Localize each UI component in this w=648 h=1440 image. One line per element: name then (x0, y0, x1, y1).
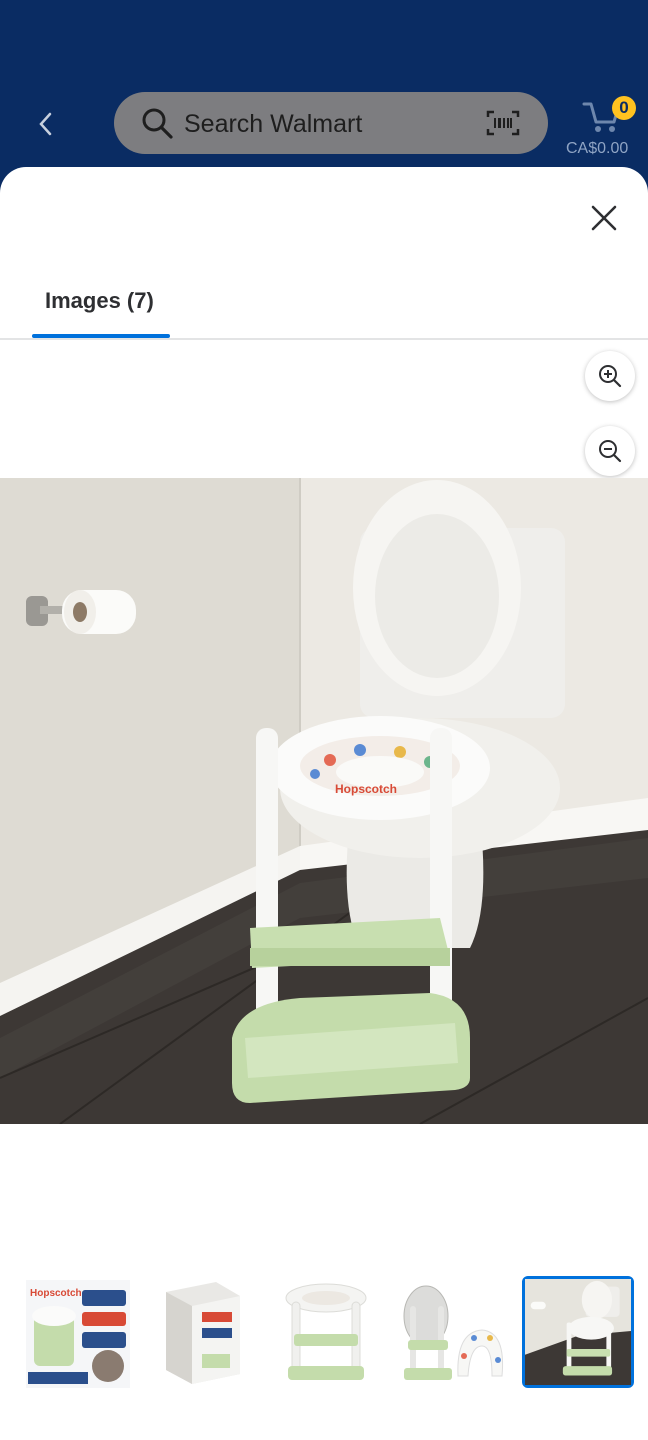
tab-divider (0, 338, 648, 340)
back-button[interactable] (30, 106, 60, 142)
thumbnail-box-angle[interactable] (146, 1276, 258, 1388)
thumbnail-ladder-seat[interactable] (270, 1276, 382, 1388)
cart-count-badge: 0 (612, 96, 636, 120)
close-icon (591, 205, 617, 231)
thumbnail-strip: Hopscotch (0, 1276, 648, 1392)
thumbnail-box-front[interactable]: Hopscotch (22, 1276, 134, 1388)
barcode-scan-icon[interactable] (486, 110, 520, 136)
search-bar[interactable]: Search Walmart (114, 92, 548, 154)
svg-text:Hopscotch: Hopscotch (335, 782, 397, 796)
search-placeholder: Search Walmart (184, 110, 363, 138)
search-icon (142, 108, 173, 139)
cart-total: CA$0.00 (566, 140, 629, 157)
zoom-in-button[interactable] (585, 351, 635, 401)
tab-images-label: Images (7) (45, 288, 154, 313)
zoom-in-icon (599, 365, 622, 388)
main-product-image[interactable]: Hopscotch (0, 478, 648, 1125)
tab-images[interactable]: Images (7) (32, 282, 170, 338)
chevron-left-icon (39, 112, 52, 136)
close-button[interactable] (586, 200, 622, 236)
zoom-out-icon (599, 440, 622, 463)
zoom-out-button[interactable] (585, 426, 635, 476)
svg-text:Hopscotch: Hopscotch (30, 1288, 82, 1299)
thumbnail-in-bathroom[interactable] (522, 1276, 634, 1388)
thumbnail-folded-seat[interactable] (394, 1276, 506, 1388)
